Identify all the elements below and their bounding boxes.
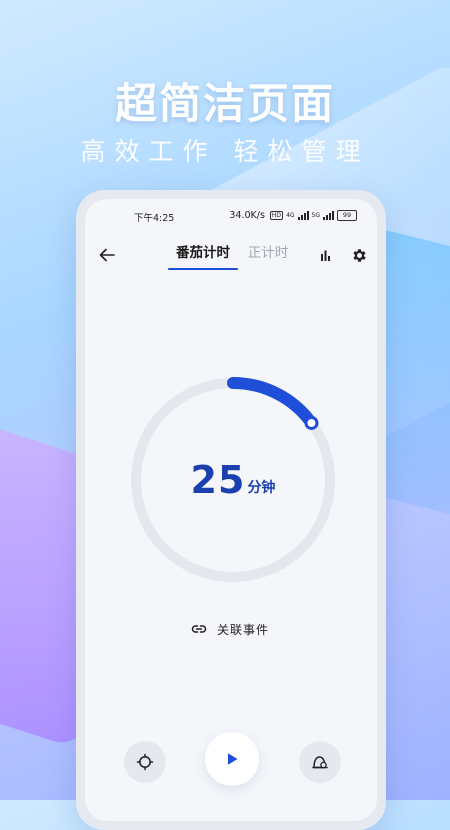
play-icon	[228, 753, 238, 765]
active-tab-indicator	[168, 268, 238, 270]
arrow-left-icon	[99, 248, 115, 262]
timer-mode-button[interactable]	[299, 741, 341, 783]
status-time: 下午4:25	[134, 213, 175, 224]
promo-subline: 高效工作 轻松管理	[80, 137, 370, 166]
promo-headline: 超简洁页面	[114, 79, 335, 128]
battery-icon: 99	[337, 210, 357, 221]
hd-badge: HD	[269, 211, 284, 220]
app-screen: 下午4:25 34.0K/s HD 4G 5G 99 番茄计时 正计时 25 分…	[85, 199, 377, 821]
network-type-5g: 5G	[311, 212, 320, 219]
tab-stopwatch[interactable]: 正计时	[245, 244, 291, 262]
settings-button[interactable]	[348, 244, 370, 266]
link-event-label: 关联事件	[217, 622, 270, 637]
back-button[interactable]	[95, 243, 119, 267]
statistics-button[interactable]	[315, 245, 335, 265]
bar-chart-icon	[321, 250, 330, 261]
focus-target-button[interactable]	[124, 741, 166, 783]
timer-unit-label: 分钟	[247, 480, 276, 496]
status-indicators: 34.0K/s HD 4G 5G 99	[229, 210, 357, 221]
mode-icon	[312, 756, 328, 769]
status-bar: 下午4:25 34.0K/s HD 4G 5G 99	[85, 209, 377, 225]
tab-pomodoro[interactable]: 番茄计时	[168, 244, 238, 262]
link-event-button[interactable]: 关联事件	[191, 619, 269, 639]
gear-icon	[352, 248, 366, 262]
network-type-4g: 4G	[286, 212, 295, 219]
start-timer-button[interactable]	[205, 732, 259, 786]
signal-icon	[323, 211, 334, 220]
timer-display: 25 分钟	[128, 375, 338, 585]
signal-icon	[297, 211, 309, 220]
timer-minutes-value: 25	[190, 458, 246, 502]
timer-controls	[85, 732, 377, 792]
promo-header: 超简洁页面 高效工作 轻松管理	[0, 78, 450, 168]
network-speed: 34.0K/s	[229, 210, 265, 221]
link-icon	[191, 625, 207, 633]
crosshair-icon	[136, 753, 154, 771]
top-nav: 番茄计时 正计时	[85, 237, 377, 273]
phone-frame: 下午4:25 34.0K/s HD 4G 5G 99 番茄计时 正计时 25 分…	[76, 190, 386, 830]
